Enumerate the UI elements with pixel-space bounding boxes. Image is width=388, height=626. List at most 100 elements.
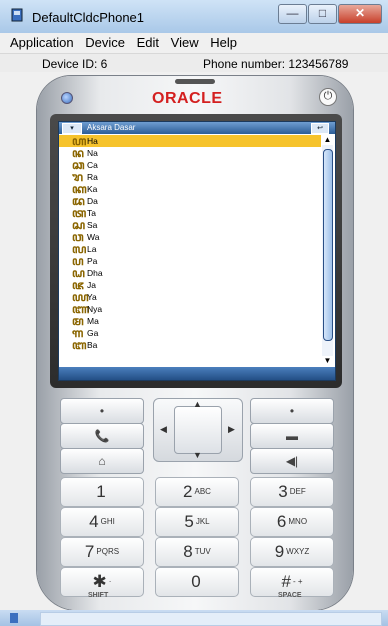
number-key-digit: 2 bbox=[183, 482, 193, 501]
list-item[interactable]: ꦝ Dha bbox=[59, 267, 321, 279]
list-item[interactable]: ꦗ Ja bbox=[59, 279, 321, 291]
number-key[interactable]: 0 bbox=[155, 567, 239, 597]
list-item[interactable]: ꦕ Ca bbox=[59, 159, 321, 171]
menu-edit[interactable]: Edit bbox=[137, 33, 159, 53]
maximize-button[interactable]: □ bbox=[308, 4, 337, 24]
list-item[interactable]: ꦢ Da bbox=[59, 195, 321, 207]
number-key-letters: GHI bbox=[100, 517, 115, 526]
list-item[interactable]: ꦠ Ta bbox=[59, 207, 321, 219]
home-icon: ⌂ bbox=[98, 454, 106, 468]
list-item-label: Wa bbox=[87, 232, 100, 242]
nav-left-arrow[interactable]: ◀ bbox=[160, 424, 167, 435]
taskbar-strip bbox=[40, 612, 382, 626]
menu-help[interactable]: Help bbox=[210, 33, 237, 53]
oracle-logo: ORACLE bbox=[152, 90, 223, 107]
nav-up-arrow[interactable]: ▲ bbox=[193, 399, 202, 409]
list-item[interactable]: ꦒ Ga bbox=[59, 327, 321, 339]
list-item-label: Ra bbox=[87, 172, 98, 182]
number-key-letters: PQRS bbox=[96, 547, 120, 556]
list-item[interactable]: ꦫ Ra bbox=[59, 171, 321, 183]
number-key-digit: 6 bbox=[276, 512, 287, 531]
list-item[interactable]: ꦥ Pa bbox=[59, 255, 321, 267]
number-key-letters: MNO bbox=[288, 517, 308, 526]
number-key-letters: DEF bbox=[289, 487, 306, 496]
number-key-digit: ✱ bbox=[92, 572, 107, 591]
list-item[interactable]: ꦱ Sa bbox=[59, 219, 321, 231]
list-item[interactable]: ꦏ Ka bbox=[59, 183, 321, 195]
list-item-label: Ma bbox=[87, 316, 99, 326]
list-item-label: Pa bbox=[87, 256, 98, 266]
list-item-label: Na bbox=[87, 148, 98, 158]
number-key-digit: 4 bbox=[89, 512, 99, 531]
list-item[interactable]: ꦪ Ya bbox=[59, 291, 321, 303]
number-key-digit: 0 bbox=[191, 572, 201, 591]
soft-left-key[interactable]: • bbox=[60, 398, 144, 424]
number-key[interactable]: 2 ABC bbox=[155, 477, 239, 507]
number-key-letters: JKL bbox=[195, 517, 210, 526]
list-item[interactable]: ꦮ Wa bbox=[59, 231, 321, 243]
number-key[interactable]: 1 bbox=[60, 477, 144, 507]
end-call-icon: ▬ bbox=[286, 429, 298, 443]
minimize-button[interactable]: — bbox=[278, 4, 307, 24]
number-key[interactable]: 5 JKL bbox=[155, 507, 239, 537]
speaker-grille bbox=[175, 79, 215, 84]
screen-menu-button[interactable]: ▾ bbox=[62, 123, 82, 134]
close-button[interactable]: ✕ bbox=[338, 4, 382, 24]
number-key-letters: · bbox=[108, 577, 112, 586]
scroll-thumb[interactable] bbox=[323, 149, 333, 341]
shift-label: SHIFT bbox=[88, 592, 109, 599]
number-key[interactable]: 3 DEF bbox=[250, 477, 334, 507]
screen-back-button[interactable]: ↩ bbox=[311, 123, 329, 134]
number-key-digit: 9 bbox=[274, 542, 285, 561]
list-item[interactable]: ꦧ Ba bbox=[59, 339, 321, 351]
clear-icon: ◀| bbox=[285, 454, 299, 468]
number-key-digit: 8 bbox=[183, 542, 193, 561]
list-scrollbar[interactable]: ▲ ▼ bbox=[322, 135, 333, 366]
scroll-down-button[interactable]: ▼ bbox=[322, 356, 333, 366]
scroll-up-button[interactable]: ▲ bbox=[322, 135, 333, 145]
select-key[interactable] bbox=[174, 406, 222, 454]
number-key[interactable]: 6 MNO bbox=[250, 507, 334, 537]
number-key-digit: 5 bbox=[184, 512, 194, 531]
list-item-label: Ta bbox=[87, 208, 96, 218]
call-key[interactable]: 📞 bbox=[60, 423, 144, 449]
aksara-list: ꦲ Ha ꦤ Na ꦕ Ca ꦫ Ra ꦏ Ka ꦢ Da ꦠ Ta ꦱ Sa ꦮ Wa ꦭ La ꦥ Pa ꦝ Dha ꦗ Ja… bbox=[59, 135, 321, 366]
number-key-digit: 3 bbox=[278, 482, 288, 501]
list-item[interactable]: ꦲ Ha bbox=[59, 135, 321, 147]
status-led bbox=[61, 92, 73, 104]
list-item[interactable]: ꦤ Na bbox=[59, 147, 321, 159]
power-icon[interactable]: ⏻ bbox=[319, 88, 337, 106]
list-item-label: Da bbox=[87, 196, 98, 206]
clear-key[interactable]: ◀| bbox=[250, 448, 334, 474]
menu-view[interactable]: View bbox=[171, 33, 199, 53]
list-item[interactable]: ꦩ Ma bbox=[59, 315, 321, 327]
list-item-label: Ba bbox=[87, 340, 98, 350]
number-key[interactable]: 4 GHI bbox=[60, 507, 144, 537]
list-item-label: Sa bbox=[87, 220, 98, 230]
screen-bottom-bar bbox=[59, 367, 335, 380]
nav-right-arrow[interactable]: ▶ bbox=[228, 424, 235, 435]
number-key[interactable]: 9 WXYZ bbox=[250, 537, 334, 567]
list-item[interactable]: ꦭ La bbox=[59, 243, 321, 255]
nav-down-arrow[interactable]: ▼ bbox=[193, 450, 202, 460]
menu-application[interactable]: Application bbox=[10, 33, 74, 53]
phone-screen: ▾ Aksara Dasar ↩ ꦲ Ha ꦤ Na ꦕ Ca ꦫ Ra ꦏ Ka ꦢ Da ꦠ Ta ꦱ S… bbox=[58, 121, 336, 381]
call-icon: 📞 bbox=[94, 429, 110, 443]
device-id-label: Device ID: 6 bbox=[42, 57, 108, 71]
taskbar-app-icon[interactable] bbox=[8, 612, 20, 624]
screen-title: Aksara Dasar bbox=[87, 123, 136, 132]
end-call-key[interactable]: ▬ bbox=[250, 423, 334, 449]
taskbar bbox=[0, 610, 388, 626]
menu-device[interactable]: Device bbox=[85, 33, 125, 53]
number-key[interactable]: 8 TUV bbox=[155, 537, 239, 567]
device-info-bar: Device ID: 6 Phone number: 123456789 bbox=[0, 54, 388, 72]
list-item[interactable]: ꦚ Nya bbox=[59, 303, 321, 315]
home-key[interactable]: ⌂ bbox=[60, 448, 144, 474]
number-key[interactable]: 7 PQRS bbox=[60, 537, 144, 567]
list-item-label: Dha bbox=[87, 268, 103, 278]
soft-right-key[interactable]: • bbox=[250, 398, 334, 424]
list-item-label: La bbox=[87, 244, 97, 254]
list-item-label: Ha bbox=[87, 136, 98, 146]
screen-title-bar: ▾ Aksara Dasar ↩ bbox=[59, 122, 335, 134]
window-title: DefaultCldcPhone1 bbox=[32, 10, 145, 25]
